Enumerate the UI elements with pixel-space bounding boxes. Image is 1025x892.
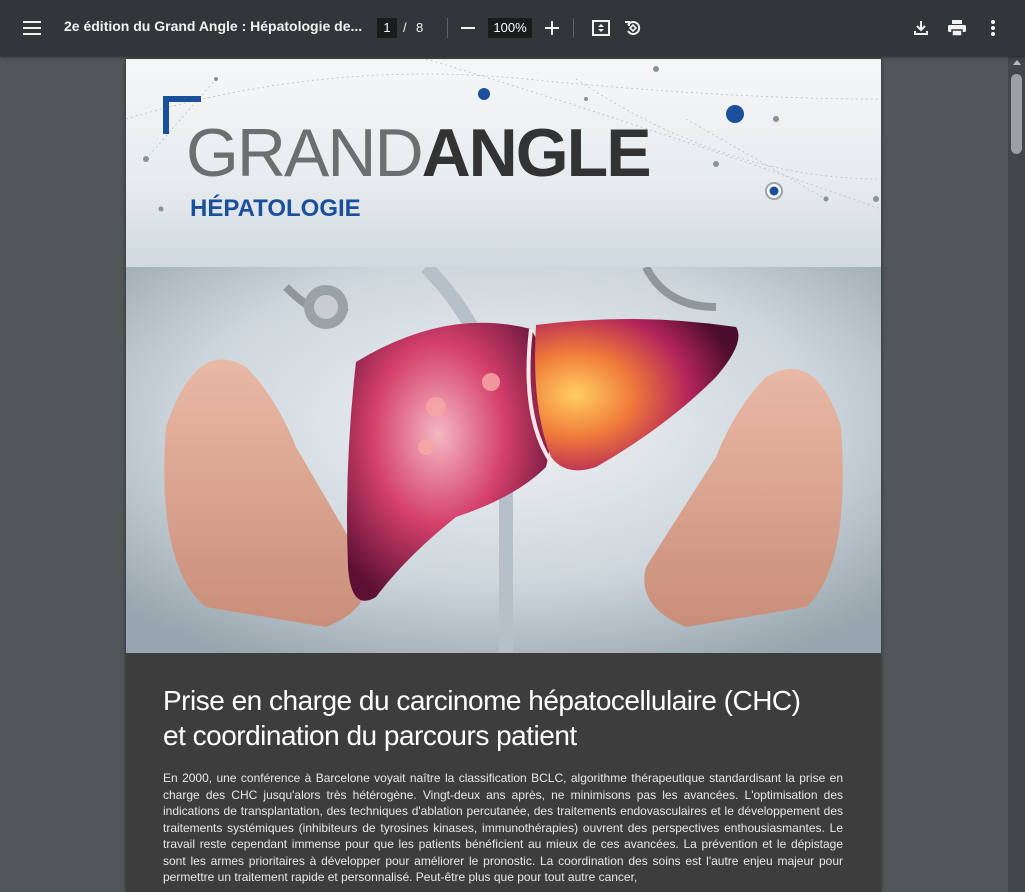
download-button[interactable]: [905, 12, 937, 44]
more-vertical-icon: [991, 20, 995, 36]
page-separator: /: [403, 20, 407, 35]
hamburger-menu-icon: [23, 21, 41, 35]
fit-to-page-icon: [592, 20, 610, 36]
page-number-input[interactable]: 1: [377, 18, 397, 38]
article-headline: Prise en charge du carcinome hépatocellu…: [163, 683, 853, 753]
document-title: 2e édition du Grand Angle : Hépatologie …: [64, 18, 363, 34]
headline-line-2: et coordination du parcours patient: [163, 720, 577, 751]
toolbar-divider: [573, 18, 574, 38]
cover-illustration: [126, 267, 881, 653]
rotate-counterclockwise-icon: [625, 21, 641, 35]
toolbar-divider: [447, 18, 448, 38]
article-body-text: En 2000, une conférence à Barcelone voya…: [163, 771, 843, 884]
logo-bold-text: ANGLE: [421, 115, 652, 191]
logo-light-text: GRAND: [186, 115, 424, 191]
pdf-page: GRANDANGLE HÉPATOLOGIE Prise en charge d…: [126, 59, 881, 892]
zoom-in-button[interactable]: [536, 12, 568, 44]
download-icon: [914, 21, 928, 35]
liver-in-hands-illustration: [126, 267, 881, 653]
cover-header: GRANDANGLE HÉPATOLOGIE: [126, 59, 881, 267]
scrollbar-thumb[interactable]: [1011, 74, 1022, 154]
headline-line-1: Prise en charge du carcinome hépatocellu…: [163, 685, 801, 716]
scroll-up-arrow-icon[interactable]: [1013, 60, 1021, 65]
logo-subtitle: HÉPATOLOGIE: [190, 195, 361, 222]
menu-button[interactable]: [16, 12, 48, 44]
total-pages: 8: [416, 20, 424, 35]
zoom-out-button[interactable]: [452, 12, 484, 44]
fit-to-page-button[interactable]: [585, 12, 617, 44]
more-actions-button[interactable]: [977, 12, 1009, 44]
magazine-logo: GRANDANGLE: [186, 119, 652, 187]
rotate-button[interactable]: [617, 12, 649, 44]
pdf-toolbar: 2e édition du Grand Angle : Hépatologie …: [0, 0, 1025, 56]
article-section: Prise en charge du carcinome hépatocellu…: [126, 653, 881, 892]
zoom-level-input[interactable]: 100%: [488, 18, 532, 38]
vertical-scrollbar[interactable]: [1008, 56, 1025, 892]
minus-icon: [461, 27, 475, 29]
printer-icon: [948, 20, 966, 36]
plus-icon: [545, 21, 559, 35]
print-button[interactable]: [941, 12, 973, 44]
